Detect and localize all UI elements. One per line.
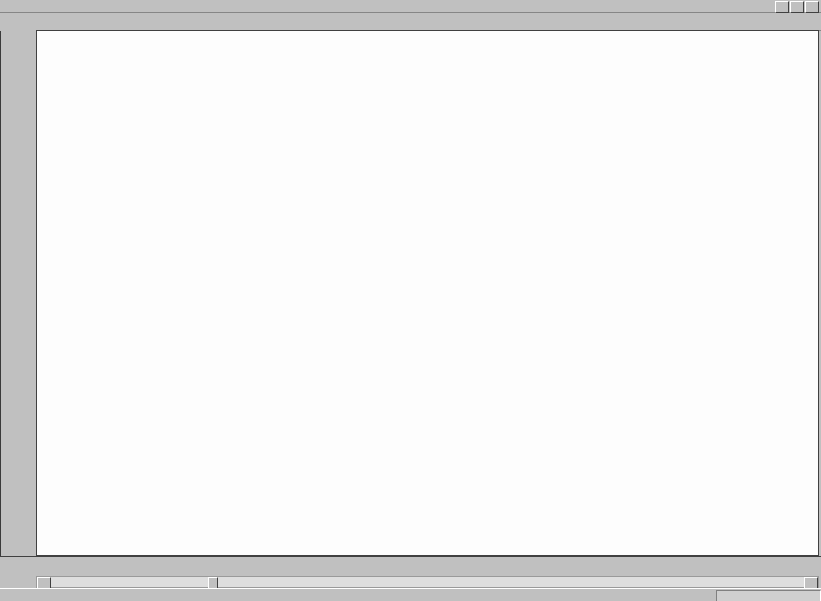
waveform-canvas (36, 31, 819, 556)
window-controls (775, 1, 819, 13)
minimize-button[interactable] (775, 1, 789, 13)
restore-button[interactable] (790, 1, 804, 13)
time-ruler (0, 556, 821, 576)
status-bar (0, 588, 821, 601)
menu-bar (0, 0, 821, 13)
status-right-panel (716, 590, 821, 601)
close-button[interactable] (805, 1, 819, 13)
channel-label-column (0, 30, 36, 556)
toolbar (0, 13, 821, 31)
epoch-cursor-line[interactable] (0, 31, 1, 556)
horizontal-scrollbar[interactable] (36, 576, 819, 588)
app-window (0, 0, 821, 601)
